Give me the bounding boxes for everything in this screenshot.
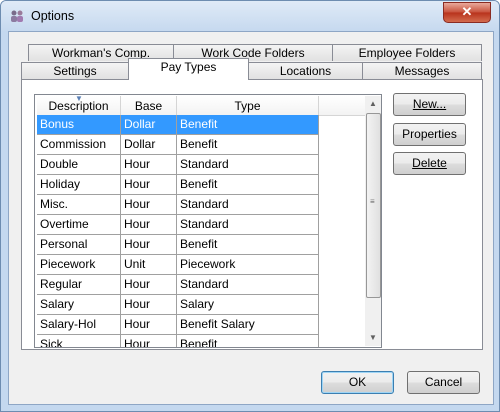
description-cell: Regular xyxy=(37,275,121,294)
tab-settings[interactable]: Settings xyxy=(21,62,129,79)
base-cell: Dollar xyxy=(121,135,177,154)
column-header-description[interactable]: ▼ Description xyxy=(37,94,121,116)
new-button[interactable]: New... xyxy=(393,93,466,116)
base-cell: Hour xyxy=(121,315,177,334)
base-cell: Hour xyxy=(121,335,177,347)
scroll-down-icon[interactable]: ▼ xyxy=(365,330,381,346)
type-cell: Standard xyxy=(177,155,319,174)
table-row[interactable]: Salary-Hol Hour Benefit Salary xyxy=(37,315,319,335)
description-cell: Holiday xyxy=(37,175,121,194)
type-cell: Salary xyxy=(177,295,319,314)
type-cell: Benefit xyxy=(177,175,319,194)
type-cell: Standard xyxy=(177,215,319,234)
cancel-button[interactable]: Cancel xyxy=(407,371,480,394)
tab-employee-folders[interactable]: Employee Folders xyxy=(332,44,482,61)
column-header-base[interactable]: Base xyxy=(121,96,177,116)
table-row[interactable]: Piecework Unit Piecework xyxy=(37,255,319,275)
type-cell: Benefit xyxy=(177,235,319,254)
window-title: Options xyxy=(31,9,75,23)
scroll-up-icon[interactable]: ▲ xyxy=(365,96,381,112)
tab-locations[interactable]: Locations xyxy=(248,62,363,79)
type-cell: Benefit Salary xyxy=(177,315,319,334)
description-cell: Commission xyxy=(37,135,121,154)
base-cell: Hour xyxy=(121,195,177,214)
type-cell: Benefit xyxy=(177,135,319,154)
properties-button[interactable]: Properties xyxy=(393,123,466,146)
ok-button[interactable]: OK xyxy=(321,371,394,394)
tab-pay-types[interactable]: Pay Types xyxy=(128,58,249,80)
type-cell: Standard xyxy=(177,275,319,294)
base-cell: Unit xyxy=(121,255,177,274)
pay-types-grid[interactable]: ▼ Description Base Type Bonus Dollar Benef… xyxy=(34,94,382,348)
description-cell: Bonus xyxy=(37,115,121,134)
tab-messages[interactable]: Messages xyxy=(362,62,482,79)
base-cell: Hour xyxy=(121,295,177,314)
delete-button[interactable]: Delete xyxy=(393,152,466,175)
table-row[interactable]: Bonus Dollar Benefit xyxy=(37,115,319,135)
table-row[interactable]: Overtime Hour Standard xyxy=(37,215,319,235)
table-row[interactable]: Sick Hour Benefit xyxy=(37,335,319,347)
base-cell: Hour xyxy=(121,235,177,254)
description-cell: Sick xyxy=(37,335,121,347)
type-cell: Piecework xyxy=(177,255,319,274)
base-cell: Hour xyxy=(121,275,177,294)
base-cell: Hour xyxy=(121,155,177,174)
grid-header: ▼ Description Base Type xyxy=(37,94,365,116)
grip-icon: ≡ xyxy=(370,197,375,206)
description-cell: Misc. xyxy=(37,195,121,214)
description-cell: Piecework xyxy=(37,255,121,274)
table-row[interactable]: Regular Hour Standard xyxy=(37,275,319,295)
close-button[interactable]: ✕ xyxy=(443,2,491,23)
title-bar[interactable]: Options ✕ xyxy=(1,1,499,31)
people-icon xyxy=(11,10,23,22)
table-row[interactable]: Misc. Hour Standard xyxy=(37,195,319,215)
type-cell: Benefit xyxy=(177,335,319,347)
table-row[interactable]: Salary Hour Salary xyxy=(37,295,319,315)
column-header-filler xyxy=(319,96,365,116)
type-cell: Benefit xyxy=(177,115,319,134)
description-cell: Double xyxy=(37,155,121,174)
sort-indicator-icon: ▼ xyxy=(75,94,83,103)
description-cell: Salary-Hol xyxy=(37,315,121,334)
base-cell: Dollar xyxy=(121,115,177,134)
table-row[interactable]: Commission Dollar Benefit xyxy=(37,135,319,155)
column-header-type[interactable]: Type xyxy=(177,96,319,116)
scroll-thumb[interactable]: ≡ xyxy=(366,113,381,298)
description-cell: Salary xyxy=(37,295,121,314)
description-cell: Personal xyxy=(37,235,121,254)
table-row[interactable]: Holiday Hour Benefit xyxy=(37,175,319,195)
type-cell: Standard xyxy=(177,195,319,214)
close-icon: ✕ xyxy=(461,4,473,19)
table-row[interactable]: Personal Hour Benefit xyxy=(37,235,319,255)
base-cell: Hour xyxy=(121,175,177,194)
base-cell: Hour xyxy=(121,215,177,234)
description-cell: Overtime xyxy=(37,215,121,234)
vertical-scrollbar[interactable]: ▲ ≡ ▼ xyxy=(365,96,381,346)
grid-rows: Bonus Dollar Benefit Commission Dollar Benefi… xyxy=(37,115,319,347)
table-row[interactable]: Double Hour Standard xyxy=(37,155,319,175)
